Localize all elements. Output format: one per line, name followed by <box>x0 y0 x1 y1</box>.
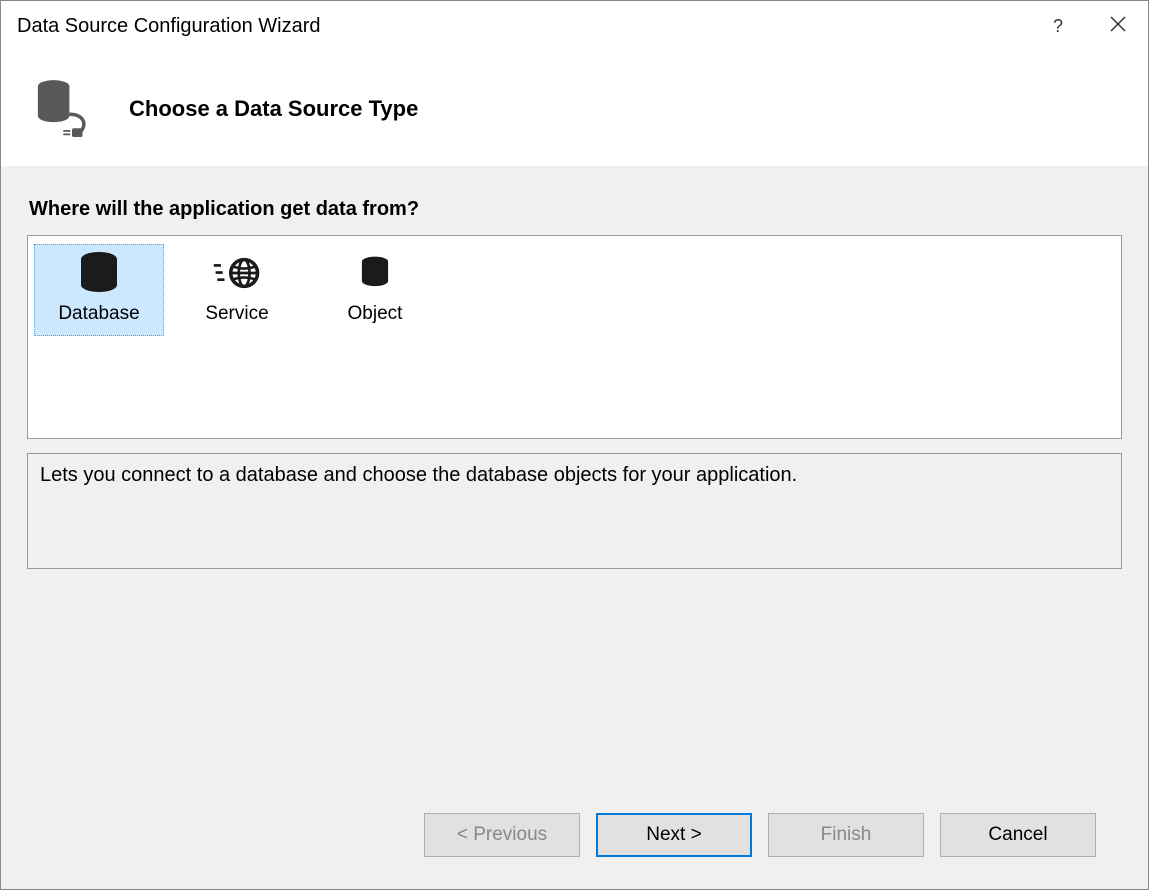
wizard-body: Where will the application get data from… <box>1 166 1148 889</box>
previous-button-label: < Previous <box>457 824 547 846</box>
previous-button: < Previous <box>424 813 580 857</box>
next-button[interactable]: Next > <box>596 813 752 857</box>
wizard-header-icon <box>25 69 105 149</box>
option-service[interactable]: Service <box>172 244 302 336</box>
cancel-button[interactable]: Cancel <box>940 813 1096 857</box>
option-label: Database <box>58 303 139 325</box>
wizard-window: Data Source Configuration Wizard ? <box>0 0 1149 890</box>
option-object[interactable]: Object <box>310 244 440 336</box>
title-bar: Data Source Configuration Wizard ? <box>1 1 1148 51</box>
database-icon <box>74 251 124 295</box>
question-label: Where will the application get data from… <box>29 198 1122 221</box>
finish-button: Finish <box>768 813 924 857</box>
wizard-header: Choose a Data Source Type <box>1 51 1148 166</box>
page-title: Choose a Data Source Type <box>129 96 418 122</box>
option-label: Object <box>348 303 403 325</box>
description-panel: Lets you connect to a database and choos… <box>27 453 1122 569</box>
finish-button-label: Finish <box>821 824 872 846</box>
service-icon <box>212 251 262 295</box>
option-label: Service <box>205 303 268 325</box>
cancel-button-label: Cancel <box>988 824 1047 846</box>
next-button-label: Next > <box>646 824 701 846</box>
close-button[interactable] <box>1088 1 1148 51</box>
window-title: Data Source Configuration Wizard <box>17 15 320 38</box>
help-icon: ? <box>1053 16 1063 37</box>
object-icon <box>350 251 400 295</box>
wizard-footer: < Previous Next > Finish Cancel <box>27 797 1122 873</box>
option-database[interactable]: Database <box>34 244 164 336</box>
options-panel: Database <box>27 235 1122 439</box>
close-icon <box>1110 16 1126 37</box>
help-button[interactable]: ? <box>1028 1 1088 51</box>
description-text: Lets you connect to a database and choos… <box>40 464 797 486</box>
